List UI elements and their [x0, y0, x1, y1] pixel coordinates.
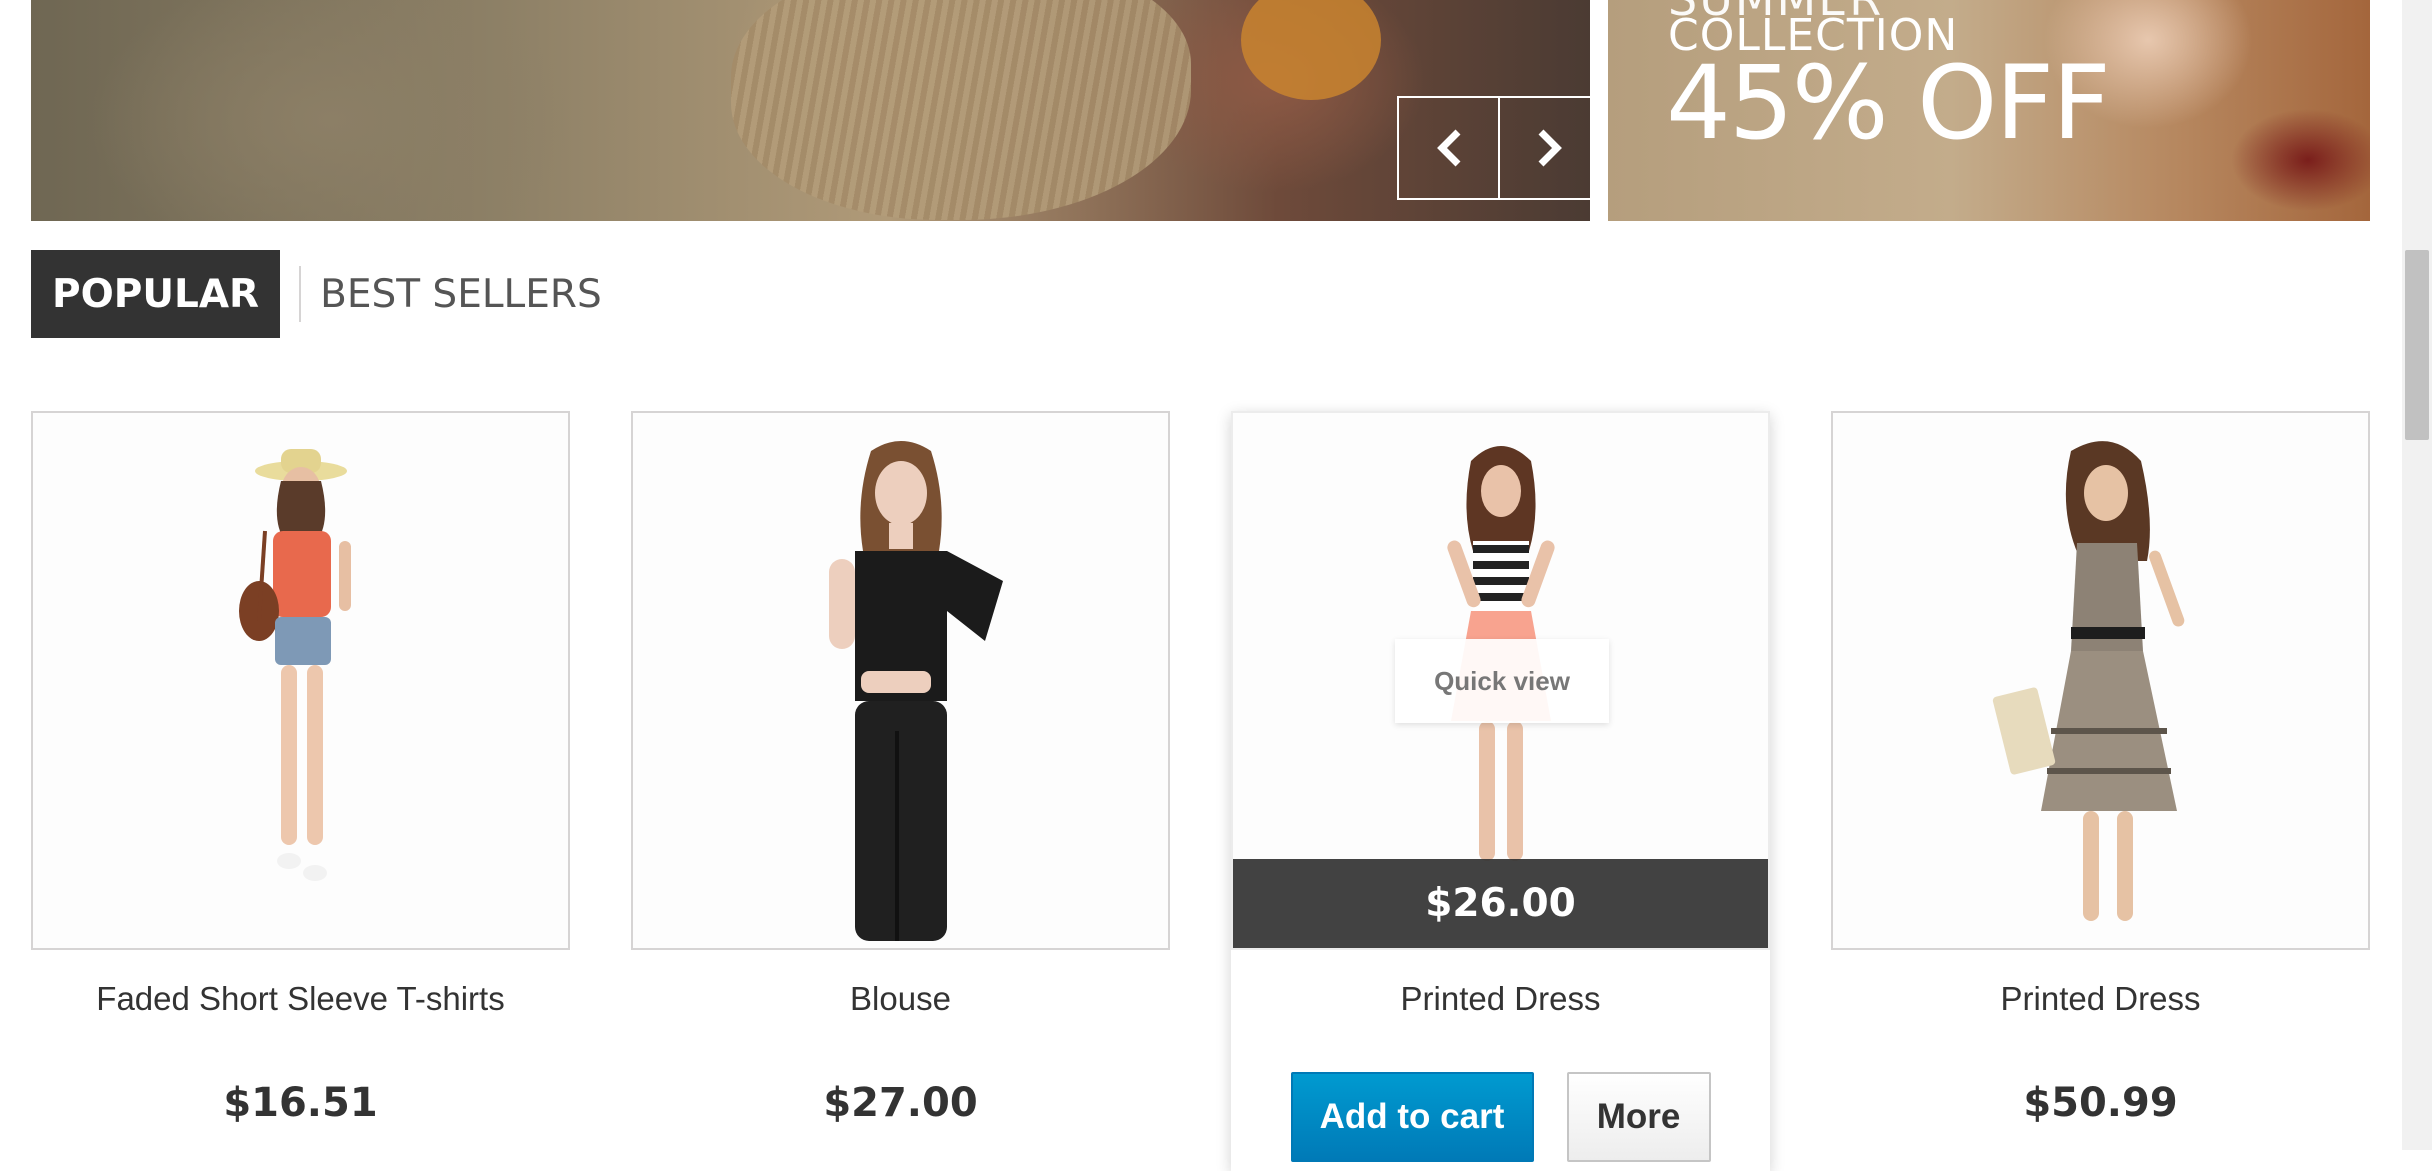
- slide-image-detail: [1241, 0, 1381, 100]
- product-image[interactable]: Quick view $26.00: [1231, 411, 1770, 950]
- scrollbar-thumb[interactable]: [2405, 250, 2429, 440]
- slider-controls: [1397, 96, 1590, 200]
- product-tabs: POPULAR BEST SELLERS: [31, 250, 602, 338]
- slider-prev-button[interactable]: [1399, 98, 1498, 198]
- product-name[interactable]: Printed Dress: [1231, 980, 1770, 1028]
- product-card[interactable]: Printed Dress $50.99: [1831, 411, 2370, 1126]
- tab-popular[interactable]: POPULAR: [31, 250, 281, 338]
- product-card-hovered[interactable]: Quick view $26.00 Printed Dress Add to c…: [1231, 411, 1770, 1171]
- product-price-overlay: $26.00: [1233, 859, 1768, 948]
- slider-next-button[interactable]: [1498, 98, 1590, 198]
- product-price: $16.51: [223, 1080, 378, 1126]
- chevron-left-icon: [1436, 129, 1460, 167]
- product-price: $27.00: [823, 1080, 978, 1126]
- tab-divider: [299, 266, 302, 322]
- summer-collection-banner[interactable]: SUMMER COLLECTION 45% OFF: [1608, 0, 2370, 221]
- quick-view-button[interactable]: Quick view: [1395, 639, 1609, 723]
- model-photo: [828, 441, 1003, 941]
- product-actions: Add to cart More: [1231, 1072, 1770, 1162]
- more-button[interactable]: More: [1566, 1072, 1711, 1162]
- product-name[interactable]: Faded Short Sleeve T-shirts: [31, 980, 570, 1028]
- product-card[interactable]: Faded Short Sleeve T-shirts $16.51: [31, 411, 570, 1126]
- slide-image-scarf: [731, 0, 1191, 220]
- product-price: $50.99: [2023, 1080, 2178, 1126]
- product-card[interactable]: Blouse $27.00: [631, 411, 1170, 1126]
- page-scrollbar[interactable]: [2402, 0, 2432, 1150]
- model-photo: [1992, 441, 2184, 921]
- product-image[interactable]: [631, 411, 1170, 950]
- product-image[interactable]: [31, 411, 570, 950]
- chevron-right-icon: [1538, 129, 1562, 167]
- product-name[interactable]: Printed Dress: [1831, 980, 2370, 1028]
- promo-discount: 45% OFF: [1666, 44, 2111, 163]
- product-name[interactable]: Blouse: [631, 980, 1170, 1028]
- add-to-cart-button[interactable]: Add to cart: [1290, 1072, 1534, 1162]
- model-photo: [238, 449, 351, 881]
- tab-best-sellers[interactable]: BEST SELLERS: [320, 250, 602, 338]
- product-image[interactable]: [1831, 411, 2370, 950]
- homepage-slider: [31, 0, 1590, 221]
